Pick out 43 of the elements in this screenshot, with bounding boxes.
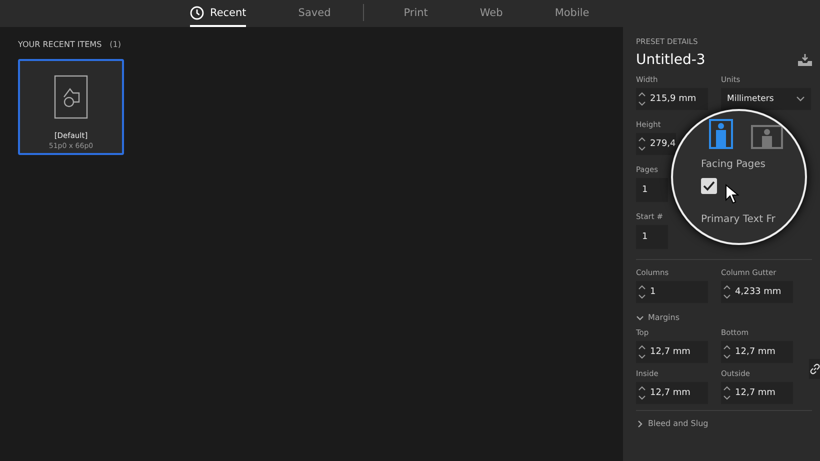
chevron-down-icon [796, 96, 805, 102]
number-field[interactable]: 1 [636, 225, 668, 249]
number-field[interactable]: 12,7 mm [721, 382, 793, 404]
stepper-icon[interactable] [638, 385, 646, 401]
tab[interactable]: Print [404, 0, 428, 27]
tab[interactable]: Web [480, 0, 503, 27]
link-button[interactable] [809, 359, 820, 379]
bleed-toggle[interactable]: Bleed and Slug [636, 419, 708, 428]
number-field[interactable]: 1 [636, 178, 668, 202]
stepper-icon[interactable] [723, 344, 731, 360]
number-field[interactable]: 12,7 mm [636, 341, 708, 363]
number-field[interactable]: 279,4 [636, 133, 676, 155]
stepper-icon[interactable] [723, 385, 731, 401]
field-label: Primary Text Fr [701, 214, 776, 225]
stepper-icon[interactable] [723, 284, 731, 300]
item-count: (1) [110, 40, 121, 49]
tab[interactable]: Recent [190, 0, 246, 27]
number-field[interactable]: 1 [636, 281, 708, 303]
number-field[interactable]: 12,7 mm [636, 382, 708, 404]
section-heading: YOUR RECENT ITEMS [18, 40, 102, 49]
save-preset-icon[interactable] [798, 54, 812, 66]
facing-pages-checkbox[interactable] [701, 178, 717, 194]
number-field[interactable]: 12,7 mm [721, 341, 793, 363]
facing-pages-label: Facing Pages [701, 159, 766, 170]
document-shapes-icon [54, 75, 88, 119]
preset-title: Untitled-3 [636, 52, 706, 68]
portrait-orientation-icon[interactable] [709, 119, 733, 149]
tab[interactable]: Mobile [554, 0, 590, 27]
cursor-icon [725, 184, 739, 204]
stepper-icon[interactable] [638, 344, 646, 360]
stepper-icon[interactable] [638, 91, 646, 107]
stepper-icon[interactable] [638, 284, 646, 300]
stepper-icon[interactable] [638, 136, 646, 152]
chevron-right-icon [636, 420, 644, 428]
chevron-down-icon [636, 314, 644, 322]
clock-icon [190, 6, 204, 20]
tab[interactable]: Saved [298, 0, 331, 27]
link-icon [809, 363, 820, 375]
landscape-orientation-icon[interactable] [751, 125, 783, 149]
units-dropdown[interactable]: Millimeters [721, 88, 811, 110]
margins-toggle[interactable]: Margins [636, 313, 680, 322]
number-field[interactable]: 215,9 mm [636, 88, 708, 110]
number-field[interactable]: 4,233 mm [721, 281, 793, 303]
